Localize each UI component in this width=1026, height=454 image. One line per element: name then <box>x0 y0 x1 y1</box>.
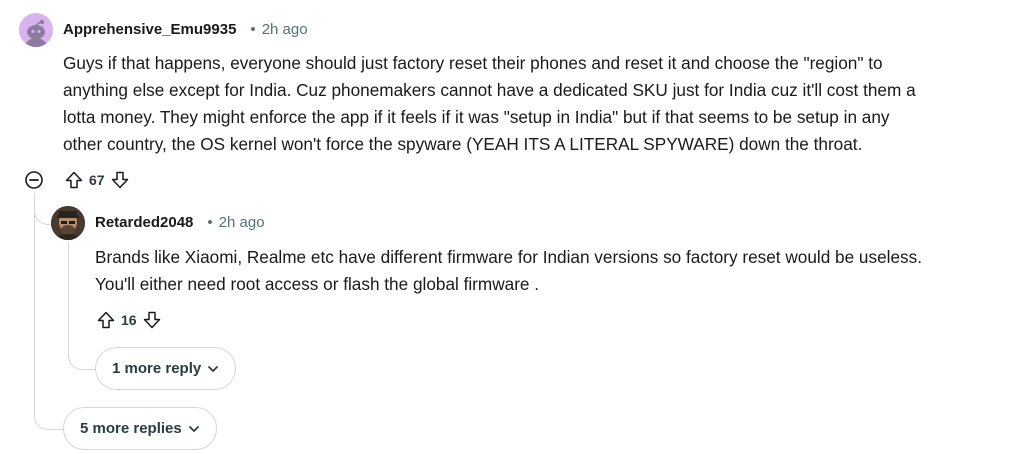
minus-circle-icon <box>25 171 43 189</box>
downvote-button[interactable] <box>108 168 132 192</box>
one-more-reply-button[interactable]: 1 more reply <box>95 347 237 390</box>
collapse-thread-button[interactable] <box>24 170 44 190</box>
comment-header: Apprehensive_Emu9935 • 2h ago <box>63 21 308 38</box>
comment-body-line: You'll either need root access or flash … <box>95 274 540 294</box>
chevron-down-icon <box>207 363 219 375</box>
comment-body: Brands like Xiaomi, Realme etc have diff… <box>95 244 922 298</box>
arrow-down-outline-icon <box>111 171 128 189</box>
thread-line-reply <box>68 242 69 324</box>
author-name[interactable]: Retarded2048 <box>95 214 193 231</box>
meta-separator: • <box>250 21 256 38</box>
meta-separator: • <box>207 214 213 231</box>
more-reply-label: 1 more reply <box>112 360 202 377</box>
vote-bar: 16 <box>94 308 164 332</box>
downvote-button[interactable] <box>140 308 164 332</box>
author-name[interactable]: Apprehensive_Emu9935 <box>63 21 236 38</box>
comment-body-line: anything else except for India. Cuz phon… <box>63 80 916 100</box>
upvote-button[interactable] <box>62 168 86 192</box>
arrow-up-outline-icon <box>65 171 83 189</box>
timestamp[interactable]: 2h ago <box>262 21 308 38</box>
comment-body-line: Guys if that happens, everyone should ju… <box>63 53 883 73</box>
comment-body-line: other country, the OS kernel won't force… <box>63 134 863 154</box>
chevron-down-icon <box>188 423 200 435</box>
arrow-up-outline-icon <box>97 311 115 329</box>
upvote-button[interactable] <box>94 308 118 332</box>
vote-count: 16 <box>121 312 137 328</box>
user-photo-icon <box>51 206 85 240</box>
thread-connector-reply <box>34 193 51 225</box>
thread-line-root <box>34 193 35 385</box>
vote-count: 67 <box>89 172 105 188</box>
more-replies-button[interactable]: 5 more replies <box>63 407 217 450</box>
comment-body: Guys if that happens, everyone should ju… <box>63 50 916 158</box>
comment-header: Retarded2048 • 2h ago <box>95 214 265 231</box>
comment-body-line: lotta money. They might enforce the app … <box>63 107 890 127</box>
vote-bar: 67 <box>62 168 132 192</box>
comment-body-line: Brands like Xiaomi, Realme etc have diff… <box>95 247 922 267</box>
timestamp[interactable]: 2h ago <box>219 214 265 231</box>
thread-connector-more-replies <box>34 380 64 430</box>
avatar[interactable] <box>51 206 85 240</box>
more-replies-label: 5 more replies <box>80 420 182 437</box>
snoo-avatar-icon <box>19 13 53 47</box>
avatar[interactable] <box>19 13 53 47</box>
arrow-down-outline-icon <box>143 311 160 329</box>
